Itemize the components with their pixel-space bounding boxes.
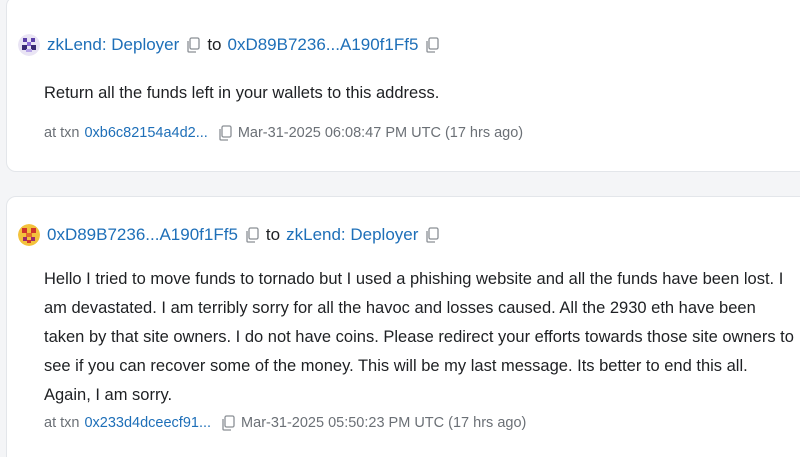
message-body: Hello I tried to move funds to tornado b… (44, 270, 794, 404)
txn-hash-link[interactable]: 0xb6c82154a4d2... (84, 125, 207, 141)
timestamp: Mar-31-2025 05:50:23 PM UTC (17 hrs ago) (241, 415, 527, 431)
sender-link[interactable]: 0xD89B7236...A190f1Ff5 (47, 225, 238, 245)
message-feed: zkLend: Deployer to 0xD89B7236...A190f1F… (0, 0, 800, 457)
copy-icon[interactable] (218, 125, 232, 141)
purple-blockie-avatar-icon[interactable] (18, 34, 40, 56)
timestamp: Mar-31-2025 06:08:47 PM UTC (17 hrs ago) (237, 125, 524, 141)
copy-icon[interactable] (245, 227, 259, 243)
txn-hash-link[interactable]: 0x233d4dceecf91... (84, 415, 211, 431)
message-meta: at txn 0xb6c82154a4d2... Mar-31-2025 06:… (44, 125, 523, 141)
message-body: Return all the funds left in your wallet… (44, 84, 440, 102)
copy-icon[interactable] (221, 415, 235, 431)
copy-icon[interactable] (186, 37, 200, 53)
at-txn-label: at txn (44, 125, 80, 141)
recipient-link[interactable]: 0xD89B7236...A190f1Ff5 (228, 35, 419, 55)
sender-link[interactable]: zkLend: Deployer (47, 35, 179, 55)
copy-icon[interactable] (425, 37, 440, 53)
at-txn-label: at txn (44, 415, 80, 431)
message-meta: at txn 0x233d4dceecf91... Mar-31-2025 05… (44, 415, 526, 431)
to-label: to (207, 35, 222, 54)
copy-icon[interactable] (425, 227, 440, 243)
message-header: 0xD89B7236...A190f1Ff5 to zkLend: Deploy… (18, 224, 440, 246)
red-yellow-blockie-avatar-icon[interactable] (18, 224, 40, 246)
message-header: zkLend: Deployer to 0xD89B7236...A190f1F… (18, 34, 440, 56)
to-label: to (265, 225, 281, 244)
recipient-link[interactable]: zkLend: Deployer (286, 225, 418, 245)
